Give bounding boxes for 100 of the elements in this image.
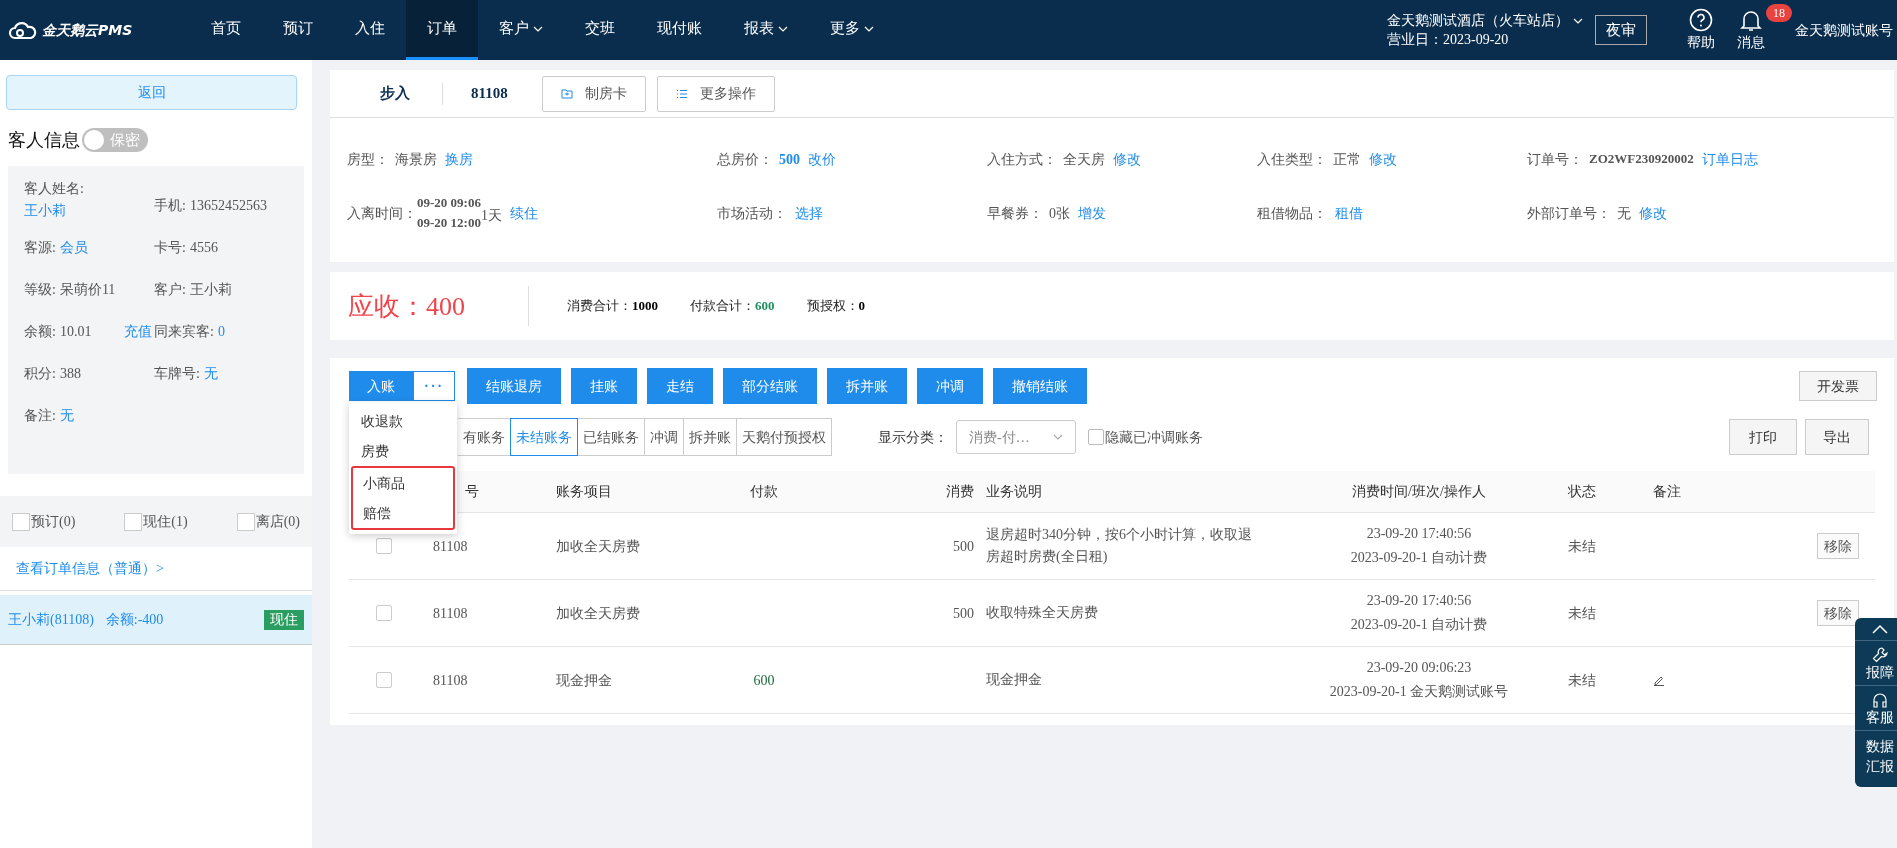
field-value: 4556 (189, 238, 218, 257)
more-button[interactable]: ··· (413, 371, 455, 401)
field-link[interactable]: 换房 (445, 148, 473, 170)
field-label: 外部订单号： (1527, 204, 1611, 223)
hide-adjusted-checkbox[interactable]: 隐藏已冲调账务 (1088, 426, 1203, 448)
night-audit-button[interactable]: 夜审 (1595, 15, 1647, 45)
invoice-button[interactable]: 开发票 (1799, 371, 1877, 401)
nav-tab[interactable]: 现付账 (636, 0, 723, 60)
field-value: 海景房 (395, 150, 437, 169)
nav-tab[interactable]: 报表 (723, 0, 809, 60)
filter-tab[interactable]: 天鹅付预授权 (736, 418, 832, 456)
help-button[interactable]: 帮助 (1687, 7, 1715, 53)
row-checkbox[interactable] (376, 538, 392, 554)
field-link[interactable]: 修改 (1639, 202, 1667, 224)
side-tool-button[interactable]: 数据汇报 (1855, 731, 1897, 779)
menu-item[interactable]: 小商品 (351, 468, 453, 498)
status-badge: 现住 (264, 609, 304, 630)
nav-tab[interactable]: 首页 (190, 0, 262, 60)
field-label: 房型： (347, 150, 389, 169)
table-cell: 500 (953, 605, 974, 621)
toolbar-button[interactable]: 更多操作 (656, 75, 775, 112)
wrench-icon (1872, 647, 1888, 663)
category-select[interactable]: 消费-付… (956, 420, 1076, 454)
field-label: 早餐券： (987, 204, 1043, 223)
field-value: 呆萌价11 (59, 280, 116, 299)
filter-tab[interactable]: 未结账务 (510, 418, 578, 456)
nav-tab[interactable]: 更多 (809, 0, 895, 60)
order-type: 步入 (380, 84, 410, 104)
toolbar-button[interactable]: 制房卡 (541, 75, 646, 112)
nav-tab[interactable]: 预订 (262, 0, 334, 60)
field-link[interactable]: 租借 (1335, 202, 1363, 224)
remove-button[interactable]: 移除 (1817, 600, 1859, 626)
nav-tab[interactable]: 客户 (478, 0, 564, 60)
list-icon (675, 88, 688, 99)
filter-tab[interactable]: 已结账务 (577, 418, 645, 456)
guest-name: 王小莉(81108) (8, 611, 94, 629)
column-header: 付款 (749, 483, 779, 501)
field-label: 手机: (154, 196, 186, 215)
total-value: 1000 (632, 297, 658, 316)
field-value: 13652452563 (189, 196, 267, 215)
field-value: 无 (1617, 204, 1631, 223)
table-cell-text: 23-09-20 17:40:56 (1366, 525, 1472, 543)
field-link[interactable]: 改价 (808, 148, 836, 170)
field-label: 余额: (24, 322, 56, 341)
field-link[interactable]: 增发 (1078, 202, 1106, 224)
nav-tab[interactable]: 交班 (564, 0, 636, 60)
amount-due: 应收：400 (348, 290, 466, 323)
guest-balance: 余额:-400 (105, 611, 164, 629)
category-label: 显示分类： (878, 428, 948, 447)
table-cell-text: 23-09-20 09:06:23 (1366, 659, 1472, 677)
menu-item[interactable]: 房费 (349, 436, 457, 466)
chevron-down-icon (1053, 434, 1063, 440)
table-cell-text: 2023-09-20-1 金天鹅测试账号 (1329, 683, 1509, 701)
row-checkbox[interactable] (376, 605, 392, 621)
side-tool-button[interactable]: 报障 (1855, 641, 1897, 686)
count-badge: 18 (1766, 3, 1792, 22)
menu-item[interactable]: 赔偿 (351, 498, 453, 528)
row-checkbox[interactable] (376, 672, 392, 688)
table-cell-text: 现金押金 (985, 671, 1043, 689)
order-info-link[interactable]: 查看订单信息（普通）> (16, 558, 164, 579)
field-value: 388 (59, 364, 81, 383)
print-button[interactable]: 打印 (1729, 419, 1797, 455)
filter-checkbox[interactable]: 预订(0) (12, 511, 76, 532)
field-link[interactable]: 订单日志 (1701, 148, 1758, 170)
total-label: 预授权： (806, 297, 859, 316)
field-value: 10.01 (59, 322, 92, 341)
headset-icon (1872, 692, 1888, 708)
field-link[interactable]: 修改 (1113, 148, 1141, 170)
filter-checkbox[interactable]: 现住(1) (124, 511, 188, 532)
table-cell-text: 未结 (1567, 537, 1597, 556)
nav-tab[interactable]: 订单 (406, 0, 478, 60)
remove-button[interactable]: 移除 (1817, 533, 1859, 559)
filter-tab[interactable]: 有账务 (458, 418, 511, 456)
field-label: 市场活动： (717, 204, 787, 223)
field-label: 同来宾客: (154, 322, 214, 341)
filter-tab[interactable]: 拆并账 (683, 418, 737, 456)
edit-icon (1653, 674, 1665, 686)
total-label: 付款合计： (690, 297, 755, 316)
field-link[interactable]: 选择 (795, 202, 823, 224)
field-label: 入住类型： (1257, 150, 1327, 169)
stay-time: 09-20 12:00 (417, 214, 481, 232)
messages-button[interactable]: 消息 (1737, 7, 1765, 53)
nav-tab[interactable]: 入住 (334, 0, 406, 60)
account-menu[interactable]: 金天鹅测试账号 (1795, 19, 1897, 41)
field-link[interactable]: 修改 (1369, 148, 1397, 170)
table-cell-text: 加收全天房费 (555, 604, 641, 623)
menu-item[interactable]: 收退款 (349, 406, 457, 436)
field-link[interactable]: 续住 (509, 202, 538, 224)
chevron-down-icon (778, 25, 788, 32)
column-header: 消费时间/班次/操作人 (1351, 483, 1487, 501)
field-label: 入离时间： (347, 204, 417, 223)
hotel-selector[interactable]: 金天鹅测试酒店（火车站店） (1387, 11, 1583, 30)
filter-checkbox[interactable]: 离店(0) (236, 511, 300, 532)
field-label: 客户: (154, 280, 186, 299)
field-label: 客源: (24, 238, 56, 257)
filter-tab[interactable]: 冲调 (644, 418, 684, 456)
side-tool-button[interactable]: 客服 (1855, 686, 1897, 731)
chevron-up-icon (1872, 624, 1888, 634)
export-button[interactable]: 导出 (1805, 419, 1869, 455)
field-label: 卡号: (154, 238, 186, 257)
